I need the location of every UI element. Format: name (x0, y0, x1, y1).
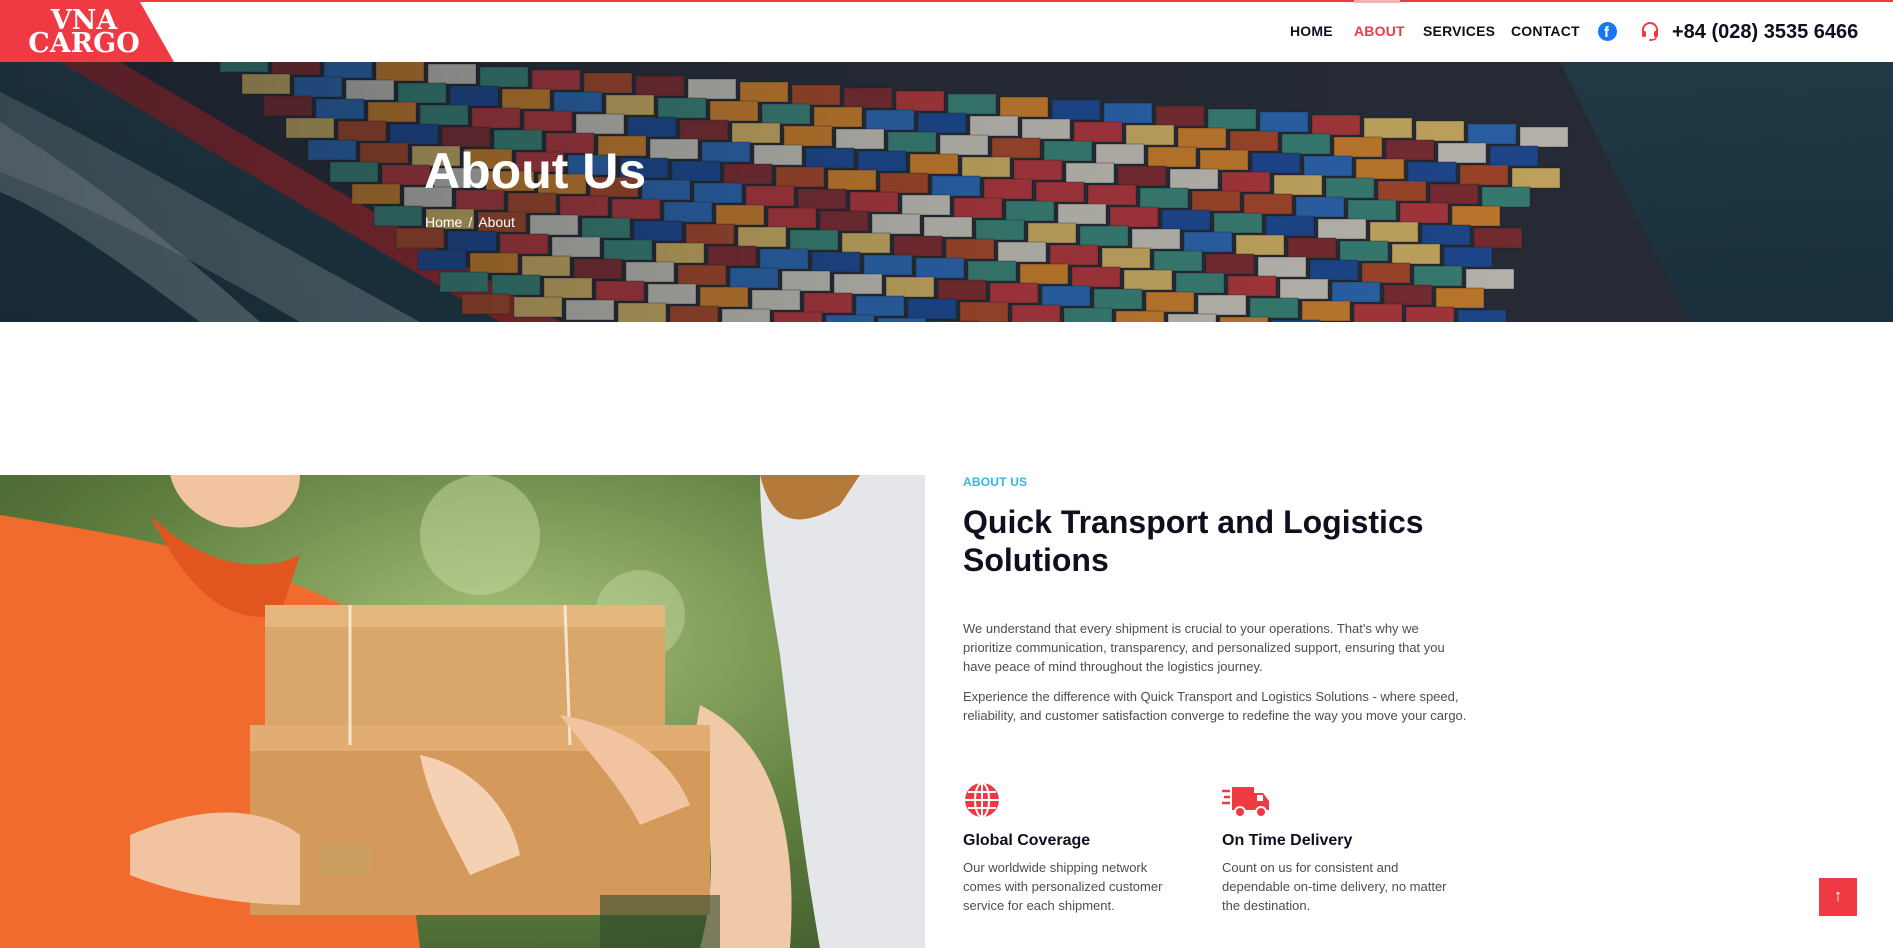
arrow-up-icon: ↑ (1833, 886, 1843, 905)
headset-icon (1642, 22, 1658, 41)
nav-contact[interactable]: CONTACT (1511, 23, 1580, 39)
site-header: VNA CARGO HOME ABOUT SERVICES CONTACT f … (0, 0, 1893, 62)
section-heading: Quick Transport and Logistics Solutions (963, 504, 1424, 578)
facebook-icon[interactable]: f (1598, 22, 1617, 41)
hero-title: About Us (424, 143, 647, 199)
breadcrumb-separator: / (468, 214, 473, 230)
logo[interactable]: VNA CARGO (0, 2, 174, 62)
globe-icon (965, 782, 999, 818)
nav-home[interactable]: HOME (1290, 23, 1333, 39)
hero-background-image (0, 62, 1893, 322)
feature-text-on-time-delivery: Count on us for consistent and dependabl… (1222, 860, 1447, 913)
breadcrumb-home[interactable]: Home (425, 214, 462, 230)
logo-line-2: CARGO (28, 28, 140, 59)
delivery-photo (0, 475, 925, 948)
feature-text-global-coverage: Our worldwide shipping network comes wit… (963, 860, 1163, 913)
fast-truck-icon (1222, 787, 1269, 818)
page-hero: About Us Home / About (0, 62, 1893, 322)
nav-about[interactable]: ABOUT (1354, 23, 1405, 39)
header-phone[interactable]: +84 (028) 3535 6466 (1672, 21, 1858, 44)
feature-title-on-time-delivery: On Time Delivery (1222, 832, 1353, 849)
nav-services[interactable]: SERVICES (1423, 23, 1495, 39)
nav-active-indicator (1354, 0, 1400, 3)
feature-title-global-coverage: Global Coverage (963, 832, 1091, 849)
breadcrumb-current: About (478, 214, 515, 230)
about-paragraph-1: We understand that every shipment is cru… (963, 621, 1445, 674)
section-eyebrow: ABOUT US (963, 475, 1028, 489)
about-paragraph-2: Experience the difference with Quick Tra… (963, 689, 1467, 723)
scroll-to-top-button[interactable]: ↑ (1819, 878, 1857, 916)
logo-text: VNA CARGO (18, 7, 150, 59)
breadcrumb: Home / About (425, 214, 515, 230)
